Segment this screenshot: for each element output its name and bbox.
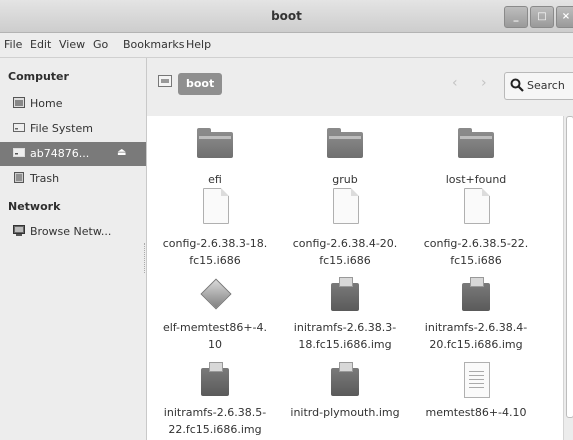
window-title: boot xyxy=(271,9,302,23)
sidebar-heading-computer: Computer xyxy=(8,70,69,83)
network-icon xyxy=(13,225,25,236)
file-name: initramfs-2.6.38.3- 18.fc15.i686.img xyxy=(293,321,397,351)
document-icon xyxy=(197,188,233,228)
file-item-elf-memtest[interactable]: elf-memtest86+-4. 10 xyxy=(150,277,280,353)
file-name: initramfs-2.6.38.5- 22.fc15.i686.img xyxy=(163,406,267,436)
executable-icon xyxy=(197,277,233,317)
scrollbar-thumb[interactable] xyxy=(566,116,573,418)
sidebar-item-label: File System xyxy=(30,122,93,135)
volume-icon xyxy=(13,148,25,157)
file-name: initramfs-2.6.38.4- 20.fc15.i686.img xyxy=(424,321,528,351)
vertical-scrollbar[interactable] xyxy=(563,116,573,440)
file-name: lost+found xyxy=(445,173,507,186)
package-icon xyxy=(458,277,494,317)
search-label: Search xyxy=(527,79,565,92)
menu-go[interactable]: Go xyxy=(93,38,108,51)
sidebar-item-home[interactable]: Home xyxy=(0,92,146,116)
sidebar-item-label: Home xyxy=(30,97,63,110)
package-icon xyxy=(327,362,363,402)
path-button-boot[interactable]: boot xyxy=(178,73,223,95)
file-item-initramfs-2[interactable]: initramfs-2.6.38.4- 20.fc15.i686.img xyxy=(411,277,541,353)
file-item-initramfs-1[interactable]: initramfs-2.6.38.3- 18.fc15.i686.img xyxy=(280,277,410,353)
package-icon xyxy=(197,362,233,402)
location-toggle-icon[interactable] xyxy=(157,73,173,89)
file-item-config-3[interactable]: config-2.6.38.5-22. fc15.i686 xyxy=(411,188,541,269)
menu-bookmarks[interactable]: Bookmarks xyxy=(123,38,184,51)
file-name: config-2.6.38.4-20. fc15.i686 xyxy=(292,237,398,267)
home-icon xyxy=(13,97,25,108)
sidebar-heading-network: Network xyxy=(8,200,61,213)
path-button-label: boot xyxy=(186,77,215,90)
sidebar-item-volume[interactable]: ab74876... ⏏ xyxy=(0,142,146,166)
package-icon xyxy=(327,277,363,317)
sidebar-item-label: Trash xyxy=(30,172,60,185)
file-item-config-1[interactable]: config-2.6.38.3-18. fc15.i686 xyxy=(150,188,280,269)
sidebar-item-trash[interactable]: Trash xyxy=(0,167,146,191)
menu-help[interactable]: Help xyxy=(186,38,211,51)
search-button[interactable]: Search xyxy=(504,72,573,100)
menu-bar: File Edit View Go Bookmarks Help xyxy=(0,33,573,58)
file-name: elf-memtest86+-4. 10 xyxy=(162,321,268,351)
menu-view[interactable]: View xyxy=(59,38,85,51)
file-item-memtest[interactable]: memtest86+-4.10 xyxy=(411,362,541,421)
document-icon xyxy=(458,188,494,228)
maximize-button[interactable]: □ xyxy=(530,6,554,28)
sidebar-item-label: Browse Netw... xyxy=(30,225,112,238)
file-name: config-2.6.38.3-18. fc15.i686 xyxy=(162,237,268,267)
folder-icon xyxy=(458,124,494,164)
minimize-button[interactable]: _ xyxy=(504,6,528,28)
file-item-efi[interactable]: efi xyxy=(150,124,280,188)
sidebar-item-file-system[interactable]: File System xyxy=(0,117,146,141)
sidebar: Computer Home File System ab74876... ⏏ T… xyxy=(0,58,147,440)
file-grid: efi grub lost+found config-2.6.38.3-18. … xyxy=(147,116,563,440)
file-item-config-2[interactable]: config-2.6.38.4-20. fc15.i686 xyxy=(280,188,410,269)
search-icon xyxy=(510,78,524,92)
toolbar: boot ‹ › Search xyxy=(147,58,573,116)
file-name: grub xyxy=(332,173,358,186)
file-name: memtest86+-4.10 xyxy=(425,406,527,419)
drive-icon xyxy=(13,123,25,132)
document-icon xyxy=(327,188,363,228)
file-item-grub[interactable]: grub xyxy=(280,124,410,188)
file-name: efi xyxy=(208,173,222,186)
text-file-icon xyxy=(458,362,494,402)
file-item-lost-found[interactable]: lost+found xyxy=(411,124,541,188)
folder-icon xyxy=(197,124,233,164)
close-button[interactable]: × xyxy=(556,6,573,28)
title-bar: boot _ □ × xyxy=(0,0,573,33)
menu-edit[interactable]: Edit xyxy=(30,38,51,51)
file-item-initramfs-3[interactable]: initramfs-2.6.38.5- 22.fc15.i686.img xyxy=(150,362,280,438)
trash-icon xyxy=(14,172,24,183)
file-name: config-2.6.38.5-22. fc15.i686 xyxy=(423,237,529,267)
sidebar-item-label: ab74876... xyxy=(30,147,90,160)
eject-icon[interactable]: ⏏ xyxy=(117,147,126,158)
folder-icon xyxy=(327,124,363,164)
back-icon[interactable]: ‹ xyxy=(452,75,458,91)
menu-file[interactable]: File xyxy=(4,38,22,51)
forward-icon[interactable]: › xyxy=(481,75,487,91)
file-name: initrd-plymouth.img xyxy=(290,406,400,419)
sidebar-item-browse-network[interactable]: Browse Netw... xyxy=(0,220,146,244)
file-item-initrd-plymouth[interactable]: initrd-plymouth.img xyxy=(280,362,410,421)
